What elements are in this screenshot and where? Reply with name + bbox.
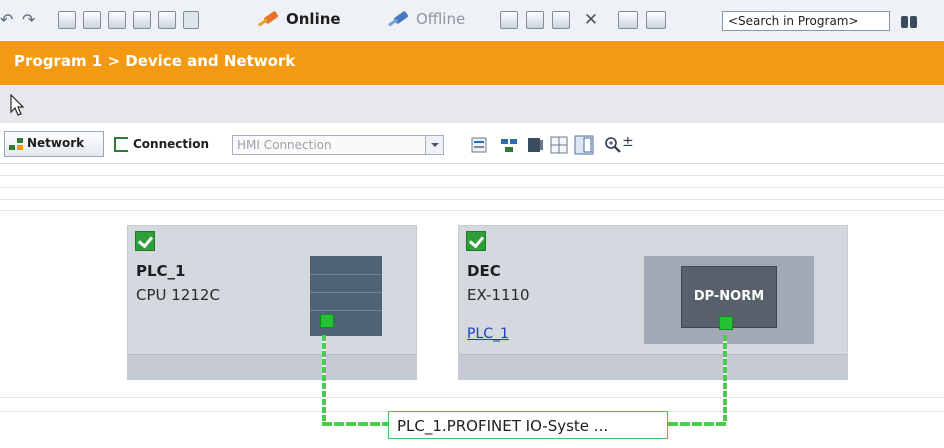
device-name: PLC_1 [136, 262, 186, 280]
go-online-icon [258, 10, 280, 28]
network-canvas[interactable]: PLC_1 CPU 1212C DEC EX-1110 PLC_1 DP-NOR… [0, 165, 944, 448]
upload-icon[interactable] [108, 11, 126, 29]
split-horizontal-icon[interactable] [618, 11, 638, 29]
device-name: DEC [467, 262, 501, 280]
status-ok-icon [135, 231, 155, 251]
profinet-line[interactable] [322, 422, 388, 426]
connection-button[interactable]: Connection [110, 131, 230, 157]
show-address-icon[interactable] [470, 136, 488, 154]
binoculars-icon[interactable] [898, 11, 920, 31]
main-toolbar: ↶ ↷ Online Offline ✕ <Search in Program> [0, 0, 944, 40]
stop-cpu-icon[interactable] [552, 11, 570, 29]
network-view-label: Network [27, 136, 85, 150]
save-icon[interactable] [133, 11, 151, 29]
device-properties-icon[interactable] [526, 136, 544, 154]
connection-type-select[interactable]: HMI Connection [232, 135, 444, 155]
device-dec[interactable]: DEC EX-1110 PLC_1 DP-NORM [458, 225, 848, 380]
profinet-port-icon[interactable] [320, 314, 334, 328]
device-type: EX-1110 [467, 286, 530, 304]
connection-label: Connection [133, 137, 210, 151]
start-cpu-icon[interactable] [526, 11, 544, 29]
grid-line [0, 187, 944, 188]
go-offline-label: Offline [416, 10, 466, 28]
monitor-icon[interactable] [158, 11, 176, 29]
connection-type-value: HMI Connection [237, 138, 332, 152]
zoom-step-label[interactable]: ± [622, 134, 634, 150]
network-view-toolbar: Network Connection HMI Connection ± [0, 124, 944, 164]
breadcrumb: Program 1 > Device and Network [0, 41, 944, 85]
download-icon[interactable] [83, 11, 101, 29]
device-footer [459, 354, 847, 379]
grid-icon[interactable] [550, 136, 568, 154]
device-plc[interactable]: PLC_1 CPU 1212C [127, 225, 417, 380]
profinet-line[interactable] [723, 335, 727, 426]
grid-line [0, 199, 944, 200]
profinet-line[interactable] [668, 422, 727, 426]
device-footer [128, 354, 416, 379]
io-system-name: PLC_1.PROFINET IO-Syste ... [397, 417, 609, 435]
go-offline-icon [388, 10, 410, 28]
go-offline-button[interactable]: Offline [388, 8, 484, 32]
tool-palette-row [0, 86, 944, 123]
chevron-down-icon[interactable] [425, 136, 443, 154]
grid-line [0, 397, 944, 398]
go-online-label: Online [286, 10, 341, 28]
split-vertical-icon[interactable] [646, 11, 666, 29]
status-ok-icon [466, 231, 486, 251]
zoom-icon[interactable] [604, 136, 622, 154]
search-input[interactable]: <Search in Program> [722, 11, 890, 31]
network-icon [9, 138, 24, 151]
grid-line [0, 175, 944, 176]
undo-icon[interactable]: ↶ [0, 11, 18, 29]
profinet-port-icon[interactable] [719, 316, 733, 330]
profinet-line[interactable] [322, 335, 326, 426]
module-image[interactable]: DP-NORM [644, 256, 814, 344]
module-label: DP-NORM [693, 289, 765, 304]
connection-icon [114, 137, 128, 152]
cross-reference-icon[interactable]: ✕ [582, 11, 600, 29]
device-type: CPU 1212C [136, 286, 220, 304]
io-controller-link[interactable]: PLC_1 [467, 326, 509, 342]
io-system-label[interactable]: PLC_1.PROFINET IO-Syste ... [388, 411, 668, 439]
split-view-icon[interactable] [574, 135, 594, 155]
pointer-icon[interactable] [10, 94, 24, 116]
compile-icon[interactable] [58, 11, 76, 29]
sim-icon[interactable] [183, 11, 199, 29]
accessible-devices-icon[interactable] [500, 11, 518, 29]
network-overview-icon[interactable] [500, 136, 518, 154]
grid-line [0, 210, 944, 211]
go-online-button[interactable]: Online [258, 8, 376, 32]
redo-icon[interactable]: ↷ [22, 11, 40, 29]
breadcrumb-text[interactable]: Program 1 > Device and Network [14, 52, 295, 70]
network-view-button[interactable]: Network [4, 131, 104, 157]
